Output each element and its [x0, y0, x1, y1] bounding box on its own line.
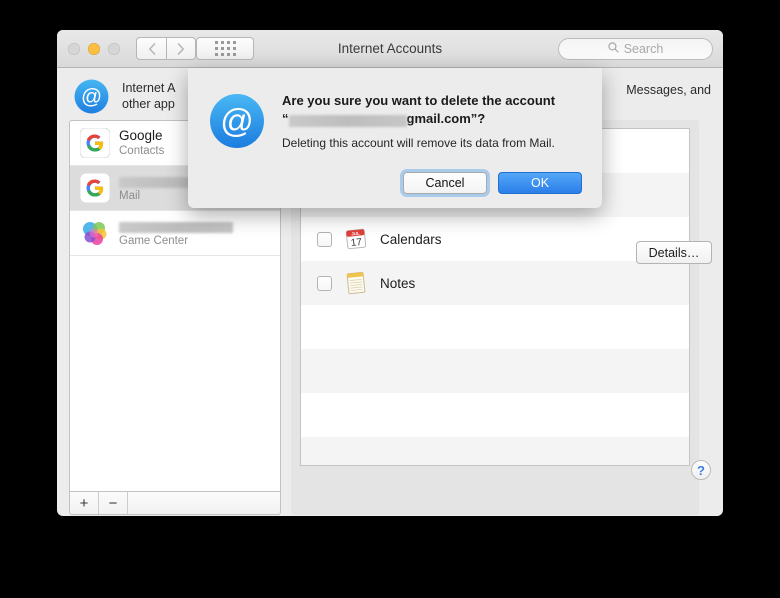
- service-row-empty: [301, 349, 689, 393]
- svg-text:JUL: JUL: [351, 231, 360, 237]
- delete-account-alert: @ Are you sure you want to delete the ac…: [188, 68, 602, 208]
- sidebar-item-title-redacted: [119, 218, 233, 234]
- service-row-empty: [301, 393, 689, 437]
- game-center-icon: [80, 218, 110, 248]
- sidebar-item-subtitle: Game Center: [119, 235, 189, 247]
- sidebar-item-subtitle: Contacts: [119, 145, 165, 157]
- service-checkbox-calendars[interactable]: [317, 231, 332, 247]
- alert-quote-open: “: [282, 111, 289, 126]
- svg-text:@: @: [81, 85, 102, 108]
- service-row-empty: [301, 437, 689, 465]
- alert-text: Are you sure you want to delete the acco…: [282, 90, 555, 151]
- sidebar-item-game-center[interactable]: Game Center: [70, 211, 280, 256]
- at-sign-icon: @: [208, 92, 266, 150]
- notes-pad-icon: [343, 270, 369, 296]
- service-label: Calendars: [380, 231, 442, 247]
- titlebar: Internet Accounts Search: [57, 30, 723, 68]
- svg-text:17: 17: [350, 237, 363, 249]
- pane-header-line2: other app: [122, 97, 175, 111]
- sidebar-footer: + −: [69, 492, 281, 515]
- at-sign-icon: @: [73, 78, 110, 115]
- pane-header-line1-right: Messages, and: [626, 83, 711, 97]
- service-checkbox-notes[interactable]: [317, 275, 332, 291]
- ok-button[interactable]: OK: [498, 172, 582, 194]
- details-button[interactable]: Details…: [636, 241, 712, 264]
- alert-headline-line1: Are you sure you want to delete the acco…: [282, 93, 556, 108]
- help-button[interactable]: ?: [691, 460, 711, 480]
- service-label: Notes: [380, 275, 416, 291]
- alert-buttons: Cancel OK: [403, 172, 582, 194]
- alert-informative-text: Deleting this account will remove its da…: [282, 136, 555, 150]
- alert-body: @ Are you sure you want to delete the ac…: [208, 90, 582, 151]
- internet-accounts-window: Internet Accounts Search @ Internet A ot…: [57, 30, 723, 516]
- google-icon: [79, 127, 111, 159]
- calendar-icon: JUL 17: [343, 226, 369, 252]
- alert-headline: Are you sure you want to delete the acco…: [282, 92, 555, 128]
- sidebar-item-text: Game Center: [119, 218, 233, 248]
- pane-header-line1: Internet A: [122, 81, 176, 95]
- sidebar-item-text: Google Contacts: [119, 128, 164, 158]
- service-row-notes[interactable]: Notes: [301, 261, 689, 305]
- search-placeholder: Search: [623, 42, 664, 56]
- pane-header-text: Internet A other app: [122, 78, 176, 120]
- service-row-calendars[interactable]: JUL 17 Calendars: [301, 217, 689, 261]
- search-icon: [607, 42, 619, 56]
- add-account-button[interactable]: +: [70, 492, 99, 514]
- svg-text:@: @: [220, 102, 254, 139]
- remove-account-button[interactable]: −: [99, 492, 128, 514]
- sidebar-footer-filler: [128, 492, 280, 514]
- cancel-button[interactable]: Cancel: [403, 172, 487, 194]
- alert-headline-line2: “ gmail.com”?: [282, 110, 555, 128]
- google-icon: [79, 172, 111, 204]
- search-input[interactable]: Search: [558, 38, 713, 60]
- service-row-empty: [301, 305, 689, 349]
- alert-account-suffix: gmail.com”?: [406, 111, 486, 126]
- sidebar-item-title: Google: [119, 128, 163, 143]
